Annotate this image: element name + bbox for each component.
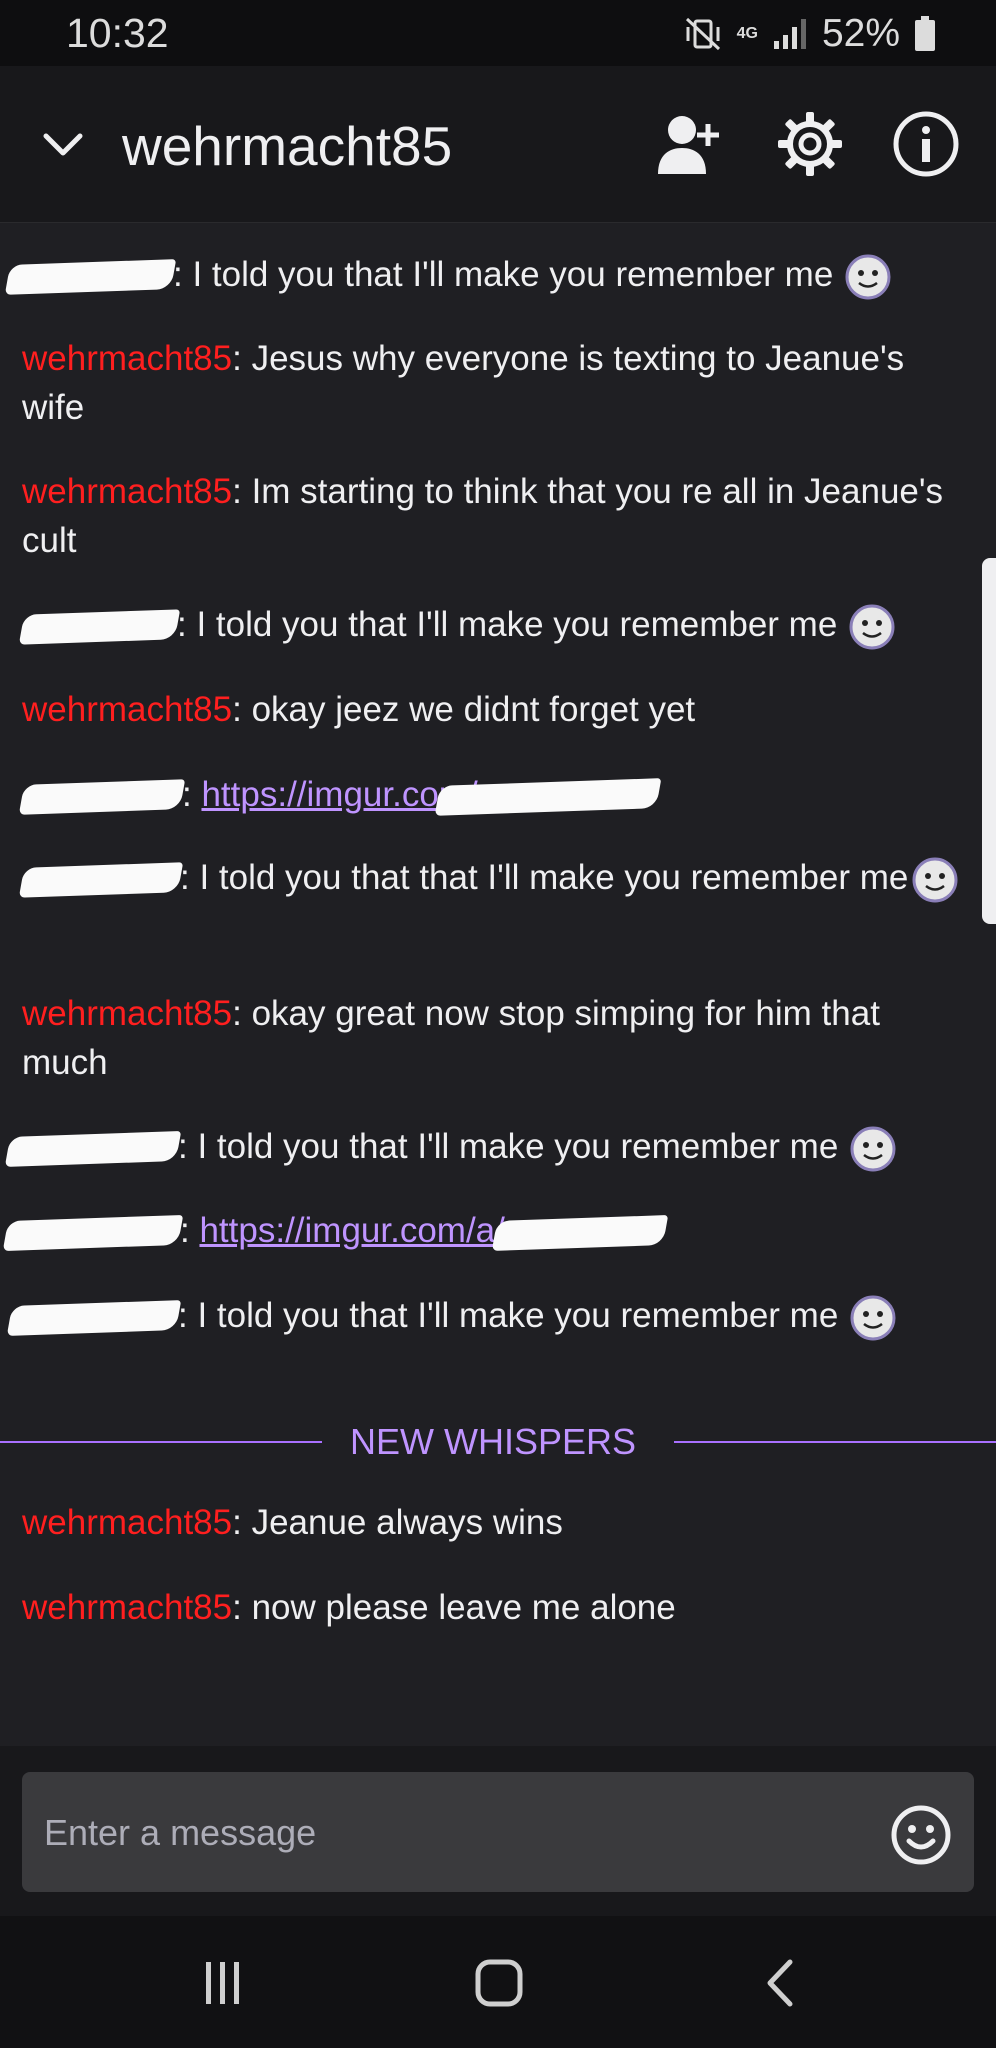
chat-message: wehrmacht85: okay great now stop simping… — [22, 994, 880, 1082]
chat-username[interactable]: wehrmacht85 — [22, 339, 232, 378]
redacted-username — [4, 258, 177, 295]
settings-icon[interactable] — [774, 108, 846, 180]
chat-username[interactable]: wehrmacht85 — [22, 1503, 232, 1542]
redacted-username — [2, 1214, 184, 1251]
chat-link[interactable]: https://imgur.com/a/ — [199, 1211, 504, 1250]
emote-icon — [850, 1295, 896, 1341]
emoji-icon[interactable] — [890, 1804, 952, 1866]
scrollbar[interactable] — [982, 558, 996, 924]
message-input-placeholder: Enter a message — [44, 1812, 317, 1853]
divider-label: NEW WHISPERS — [350, 1421, 637, 1462]
signal-icon — [773, 19, 806, 49]
redacted-username — [4, 1130, 182, 1167]
chat-username[interactable]: wehrmacht85 — [22, 472, 232, 511]
chat-username[interactable]: wehrmacht85 — [22, 1588, 232, 1627]
chat-input-area: Enter a message — [0, 1746, 996, 1916]
emote-icon — [912, 857, 958, 903]
home-icon[interactable] — [474, 1958, 524, 2008]
info-icon[interactable] — [890, 108, 962, 180]
redacted-username — [18, 778, 186, 815]
chat-message: wehrmacht85: Im starting to think that y… — [22, 472, 944, 560]
new-whispers-divider: NEW WHISPERS — [0, 1415, 996, 1467]
chat-message: : I told you that I'll make you remember… — [4, 250, 972, 300]
chat-message: : https://imgur.com/a/ — [2, 1206, 972, 1255]
whisper-header: wehrmacht85 — [0, 66, 996, 223]
status-time: 10:32 — [66, 10, 169, 56]
chat-username[interactable]: wehrmacht85 — [22, 690, 232, 729]
add-friend-icon[interactable] — [652, 108, 724, 180]
redacted-username — [6, 1299, 182, 1336]
chat-message: wehrmacht85: Jesus why everyone is texti… — [22, 339, 905, 427]
network-type: 4G — [736, 25, 758, 42]
battery-percent: 52% — [821, 12, 900, 55]
status-icons: 4G 52% — [683, 12, 936, 56]
redacted-username — [18, 609, 181, 645]
status-bar: 10:32 4G 52% — [0, 0, 996, 66]
message-input[interactable]: Enter a message — [22, 1772, 974, 1892]
chat-message: wehrmacht85: okay jeez we didnt forget y… — [22, 690, 696, 729]
chat-username[interactable]: wehrmacht85 — [22, 994, 232, 1033]
chat-message: wehrmacht85: Jeanue always wins — [22, 1503, 563, 1542]
emote-icon — [845, 254, 891, 300]
vibrate-mute-icon — [685, 17, 720, 51]
chevron-down-icon[interactable] — [40, 122, 86, 168]
divider-line — [674, 1441, 996, 1443]
chat-message: wehrmacht85: now please leave me alone — [22, 1588, 676, 1627]
redacted-link — [491, 1214, 669, 1251]
chat-log[interactable]: : I told you that I'll make you remember… — [0, 222, 996, 1746]
back-icon[interactable] — [756, 1958, 806, 2008]
redacted-username — [18, 862, 184, 898]
emote-icon — [850, 1126, 896, 1172]
battery-icon — [915, 16, 935, 51]
chat-message: : I told you that I'll make you remember… — [4, 1122, 972, 1172]
recent-apps-icon[interactable] — [198, 1958, 248, 2008]
chat-message: : I told you that that I'll make you rem… — [18, 853, 972, 903]
divider-line — [0, 1441, 322, 1443]
emote-icon — [849, 604, 895, 650]
chat-message: : I told you that I'll make you remember… — [18, 600, 972, 650]
system-nav-bar — [0, 1916, 996, 2048]
chat-message: : I told you that I'll make you remember… — [6, 1291, 972, 1341]
whisper-title: wehrmacht85 — [122, 115, 453, 177]
chat-message: : https://imgur.com/ — [18, 770, 972, 819]
